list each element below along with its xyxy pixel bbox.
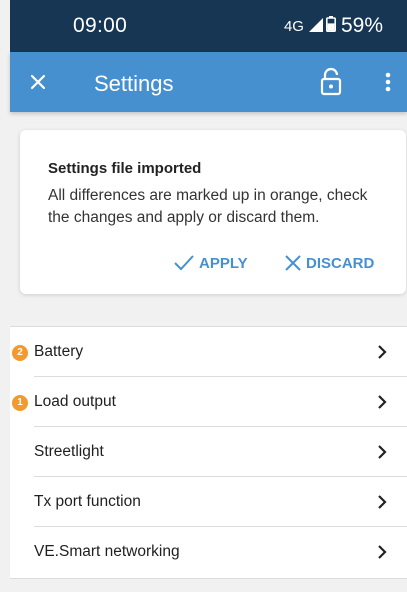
list-item-tx-port-function[interactable]: Tx port function — [10, 477, 407, 527]
x-icon — [285, 255, 301, 271]
list-bottom-strip — [10, 578, 407, 592]
page-title: Settings — [94, 71, 174, 96]
list-item-label: Streetlight — [34, 443, 104, 460]
more-options-button[interactable] — [378, 68, 398, 96]
battery-icon — [325, 15, 336, 37]
settings-list: 2 Battery 1 Load output Streetlight Tx p… — [10, 326, 407, 578]
lock-open-icon — [320, 67, 342, 96]
list-item-streetlight[interactable]: Streetlight — [10, 427, 407, 477]
chevron-right-icon — [378, 445, 387, 459]
card-title: Settings file imported — [48, 160, 202, 177]
list-item-label: VE.Smart networking — [34, 543, 180, 560]
import-notice-card: Settings file imported All differences a… — [20, 130, 406, 294]
chevron-right-icon — [378, 545, 387, 559]
check-icon — [174, 255, 194, 271]
list-item-battery[interactable]: 2 Battery — [10, 327, 407, 377]
network-type: 4G — [283, 17, 304, 35]
chevron-right-icon — [378, 495, 387, 509]
signal-icon — [308, 16, 323, 37]
lock-button[interactable] — [317, 67, 345, 97]
more-vert-icon — [385, 72, 391, 92]
apply-button[interactable]: APPLY — [173, 254, 248, 272]
change-count-badge: 1 — [12, 395, 28, 411]
apply-label: APPLY — [199, 254, 248, 272]
chevron-right-icon — [378, 395, 387, 409]
close-button[interactable] — [26, 70, 50, 94]
discard-button[interactable]: DISCARD — [284, 254, 374, 272]
card-message: All differences are marked up in orange,… — [48, 187, 368, 226]
status-bar: 09:00 4G 59% — [10, 0, 407, 52]
discard-label: DISCARD — [306, 254, 375, 272]
list-item-load-output[interactable]: 1 Load output — [10, 377, 407, 427]
close-icon — [30, 74, 46, 90]
list-item-label: Tx port function — [34, 493, 141, 510]
list-item-label: Load output — [34, 393, 116, 410]
chevron-right-icon — [378, 345, 387, 359]
list-item-label: Battery — [34, 343, 84, 360]
battery-level: 59% — [340, 14, 383, 37]
change-count-badge: 2 — [12, 345, 28, 361]
list-item-ve-smart-networking[interactable]: VE.Smart networking — [10, 527, 407, 577]
app-bar: Settings — [10, 52, 407, 112]
status-indicators: 4G 59% — [284, 14, 383, 38]
status-time: 09:00 — [73, 14, 128, 37]
